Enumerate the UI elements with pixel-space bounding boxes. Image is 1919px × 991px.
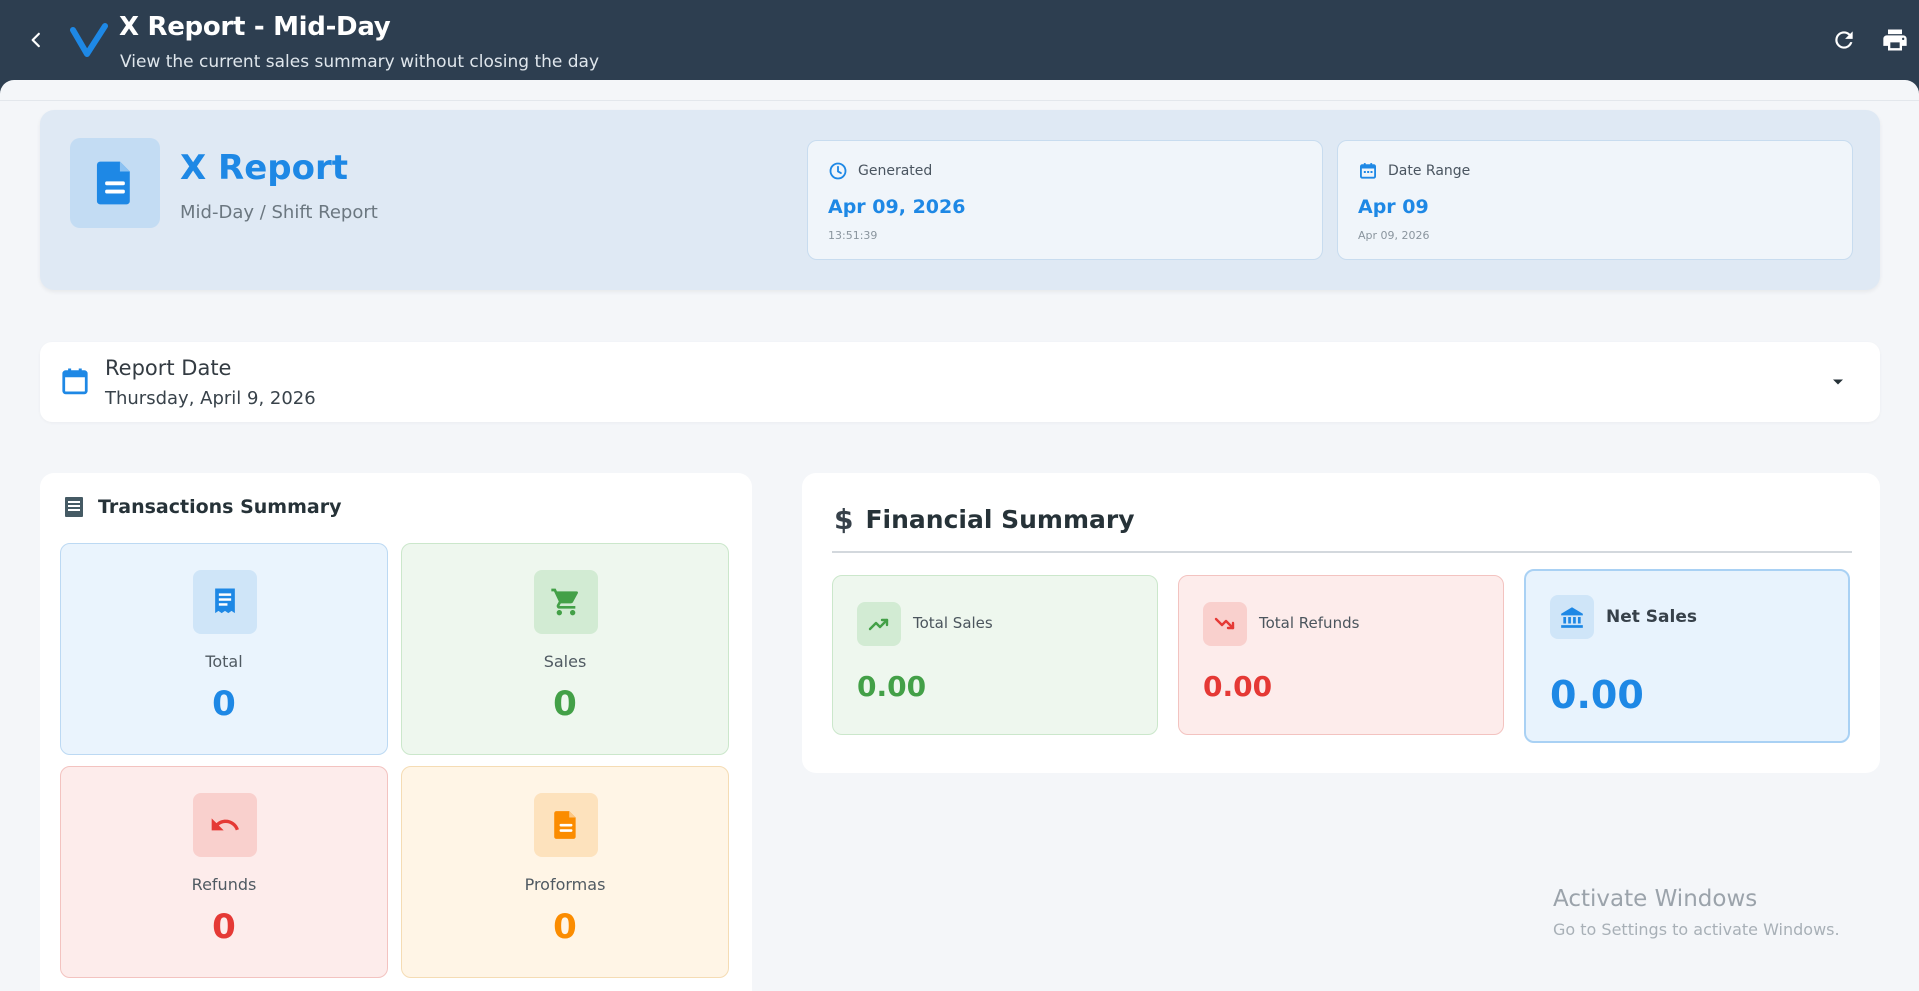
date-range-meta: Apr 09, 2026 (1358, 229, 1430, 242)
print-icon (1883, 29, 1907, 51)
refresh-button[interactable] (1828, 24, 1860, 56)
financial-summary-panel: $ Financial Summary Total Sales 0.00 Tot… (802, 473, 1880, 773)
stat-label-proformas: Proformas (524, 875, 606, 894)
transactions-summary-panel: Transactions Summary Total 0 Sales 0 Ref… (40, 473, 752, 991)
app-bar: X Report - Mid-Day View the current sale… (0, 0, 1919, 80)
receipt-icon (215, 588, 235, 614)
generated-label: Generated (858, 163, 933, 179)
report-date-selector[interactable]: Report Date Thursday, April 9, 2026 (40, 342, 1880, 422)
activate-windows-subtitle: Go to Settings to activate Windows. (1553, 920, 1840, 939)
stat-card-total: Total 0 (60, 543, 388, 755)
stat-value-sales: 0 (553, 684, 577, 724)
bank-icon (1561, 607, 1583, 628)
net-sales-value: 0.00 (1550, 673, 1644, 717)
stat-value-proformas: 0 (553, 907, 577, 947)
refresh-icon (1835, 31, 1853, 49)
total-sales-label: Total Sales (913, 614, 993, 632)
generated-card: Generated Apr 09, 2026 13:51:39 (807, 140, 1323, 260)
trending-up-icon (868, 618, 889, 631)
print-button[interactable] (1877, 24, 1913, 56)
report-date-label: Report Date (105, 356, 232, 380)
report-date-value: Thursday, April 9, 2026 (105, 388, 316, 409)
net-sales-card: Net Sales 0.00 (1524, 569, 1850, 743)
transactions-summary-title: Transactions Summary (98, 496, 342, 518)
stat-label-sales: Sales (543, 652, 587, 671)
report-title: X Report (180, 148, 349, 188)
calendar-icon (62, 368, 88, 395)
stat-card-proformas: Proformas 0 (401, 766, 729, 978)
stat-value-refunds: 0 (212, 907, 236, 947)
date-range-label: Date Range (1388, 163, 1471, 179)
undo-icon-box (193, 793, 257, 857)
undo-icon (211, 818, 239, 831)
net-sales-label: Net Sales (1606, 607, 1697, 627)
chevron-left-icon (31, 32, 40, 48)
financial-summary-title: Financial Summary (865, 505, 1135, 534)
stat-label-refunds: Refunds (191, 875, 257, 894)
total-refunds-value: 0.00 (1203, 670, 1273, 703)
bank-icon-box (1550, 595, 1594, 639)
total-sales-value: 0.00 (857, 670, 927, 703)
trend-up-icon-box (857, 602, 901, 646)
receipt-list-icon (65, 497, 83, 517)
cart-icon-box (534, 570, 598, 634)
date-range-card: Date Range Apr 09 Apr 09, 2026 (1337, 140, 1853, 260)
stat-value-total: 0 (212, 684, 236, 724)
cart-icon (551, 588, 579, 616)
page-title: X Report - Mid-Day (119, 12, 391, 42)
trending-down-icon (1214, 617, 1235, 630)
report-subtitle: Mid-Day / Shift Report (180, 202, 378, 223)
generated-time: 13:51:39 (828, 229, 878, 242)
proforma-icon-box (534, 793, 598, 857)
divider (0, 100, 1919, 101)
caret-down-icon (1833, 379, 1843, 385)
stat-label-total: Total (205, 652, 243, 671)
activate-windows-title: Activate Windows (1553, 886, 1758, 912)
clock-icon (829, 162, 847, 180)
page-subtitle: View the current sales summary without c… (120, 52, 600, 72)
generated-date: Apr 09, 2026 (828, 196, 966, 218)
total-sales-card: Total Sales 0.00 (832, 575, 1158, 735)
document-icon (96, 161, 130, 205)
report-icon-box (70, 138, 160, 228)
report-header-card: X Report Mid-Day / Shift Report Generate… (40, 110, 1880, 290)
divider (832, 551, 1852, 553)
proforma-document-icon (554, 811, 576, 839)
dollar-icon: $ (834, 503, 854, 536)
v-logo-icon (70, 20, 108, 60)
date-range-value: Apr 09 (1358, 196, 1429, 218)
back-button[interactable] (20, 24, 52, 56)
stat-card-sales: Sales 0 (401, 543, 729, 755)
total-refunds-label: Total Refunds (1259, 614, 1360, 632)
total-refunds-card: Total Refunds 0.00 (1178, 575, 1504, 735)
receipt-icon-box (193, 570, 257, 634)
trend-down-icon-box (1203, 602, 1247, 646)
calendar-icon (1360, 163, 1376, 179)
content-area: X Report Mid-Day / Shift Report Generate… (0, 80, 1919, 991)
stat-card-refunds: Refunds 0 (60, 766, 388, 978)
